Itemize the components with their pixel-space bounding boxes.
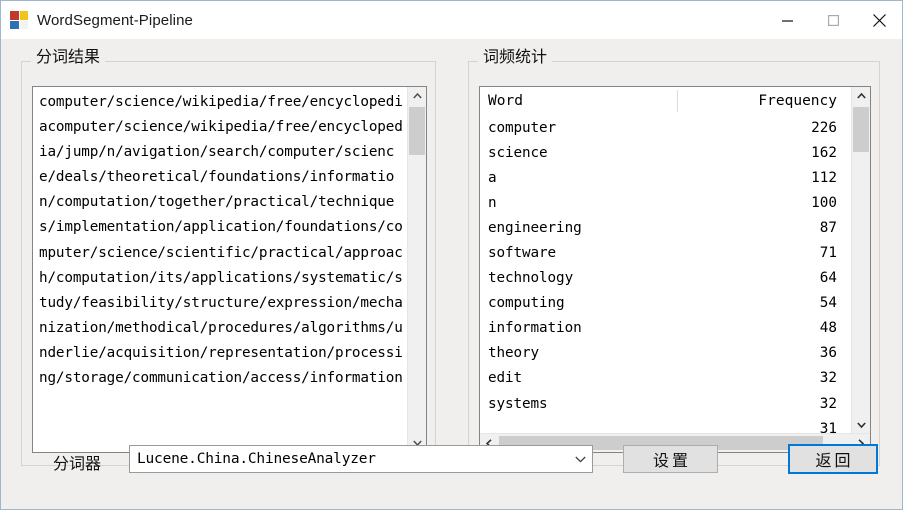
- cell-word: engineering: [488, 219, 582, 236]
- cell-word: computer: [488, 119, 557, 136]
- maximize-icon: [827, 14, 839, 26]
- segmentation-result-textbox[interactable]: computer/science/wikipedia/free/encyclop…: [32, 86, 427, 453]
- segmentation-result-title: 分词结果: [31, 49, 106, 67]
- cell-word: systems: [488, 395, 548, 412]
- table-row[interactable]: engineering 87: [480, 215, 852, 240]
- table-row[interactable]: edit 32: [480, 366, 852, 391]
- close-icon: [872, 13, 886, 27]
- table-row[interactable]: n 100: [480, 190, 852, 215]
- settings-button[interactable]: 设置: [623, 445, 718, 473]
- word-frequency-listview[interactable]: Word Frequency computer 226 science 162 a 112…: [479, 86, 871, 453]
- cell-word: technology: [488, 270, 574, 287]
- table-row[interactable]: technology 64: [480, 266, 852, 291]
- cell-frequency: 100: [811, 194, 837, 211]
- chevron-down-icon[interactable]: [568, 456, 592, 463]
- table-row[interactable]: a 112: [480, 165, 852, 190]
- bottom-toolbar: 分词器 Lucene.China.ChineseAnalyzer 设置 返回: [1, 435, 902, 509]
- tokenizer-label: 分词器: [53, 456, 102, 473]
- table-row[interactable]: computing 54: [480, 291, 852, 316]
- cell-word: n: [488, 194, 497, 211]
- close-button[interactable]: [856, 1, 902, 39]
- cell-frequency: 162: [811, 144, 837, 161]
- minimize-icon: [781, 19, 793, 22]
- column-header-word[interactable]: Word: [480, 93, 677, 109]
- listview-rows: computer 226 science 162 a 112 n 100 engineering…: [480, 115, 852, 434]
- back-button[interactable]: 返回: [788, 444, 878, 474]
- table-row[interactable]: 31: [480, 416, 852, 434]
- scroll-down-button[interactable]: [852, 416, 870, 434]
- minimize-button[interactable]: [764, 1, 810, 39]
- chevron-up-icon: [856, 93, 866, 99]
- app-grid-icon: [10, 11, 28, 29]
- segmentation-vertical-scrollbar[interactable]: [407, 87, 426, 452]
- segmentation-result-group: 分词结果 computer/science/wikipedia/free/enc…: [21, 49, 436, 466]
- cell-frequency: 226: [811, 119, 837, 136]
- cell-frequency: 36: [819, 345, 837, 362]
- segmentation-result-text: computer/science/wikipedia/free/encyclop…: [39, 94, 403, 387]
- cell-frequency: 32: [819, 370, 837, 387]
- cell-word: theory: [488, 345, 540, 362]
- listview-header: Word Frequency: [480, 87, 852, 115]
- tokenizer-selected-value: Lucene.China.ChineseAnalyzer: [137, 451, 376, 467]
- cell-word: information: [488, 320, 582, 337]
- maximize-button[interactable]: [810, 1, 856, 39]
- chevron-down-icon: [856, 422, 866, 428]
- cell-frequency: 48: [819, 320, 837, 337]
- cell-word: computing: [488, 295, 565, 312]
- cell-word: a: [488, 169, 497, 186]
- word-frequency-group: 词频统计 Word Frequency computer 226 science 16…: [468, 49, 880, 466]
- window-controls: [764, 1, 902, 39]
- cell-frequency: 64: [819, 270, 837, 287]
- main-content: 分词结果 computer/science/wikipedia/free/enc…: [1, 39, 902, 509]
- cell-word: software: [488, 245, 557, 262]
- cell-frequency: 54: [819, 295, 837, 312]
- scroll-thumb[interactable]: [409, 107, 425, 155]
- chevron-up-icon: [412, 93, 422, 99]
- cell-word: science: [488, 144, 548, 161]
- cell-frequency: 87: [819, 219, 837, 236]
- scroll-up-button[interactable]: [408, 87, 426, 105]
- table-row[interactable]: systems 32: [480, 391, 852, 416]
- scroll-up-button[interactable]: [852, 87, 870, 105]
- cell-frequency: 112: [811, 169, 837, 186]
- column-header-frequency[interactable]: Frequency: [677, 93, 852, 109]
- table-row[interactable]: information 48: [480, 316, 852, 341]
- cell-frequency: 31: [819, 420, 837, 434]
- tokenizer-select[interactable]: Lucene.China.ChineseAnalyzer: [129, 445, 593, 473]
- cell-word: edit: [488, 370, 523, 387]
- cell-frequency: 32: [819, 395, 837, 412]
- app-window: WordSegment-Pipeline 分词结果 computer/scien…: [0, 0, 903, 510]
- window-title: WordSegment-Pipeline: [37, 11, 193, 29]
- table-row[interactable]: software 71: [480, 240, 852, 265]
- scroll-thumb[interactable]: [853, 107, 869, 152]
- table-row[interactable]: theory 36: [480, 341, 852, 366]
- column-separator[interactable]: [677, 90, 678, 112]
- word-frequency-title: 词频统计: [478, 49, 553, 67]
- listview-body: Word Frequency computer 226 science 162 a 112…: [480, 87, 852, 434]
- frequency-vertical-scrollbar[interactable]: [851, 87, 870, 434]
- title-bar: WordSegment-Pipeline: [1, 1, 902, 39]
- table-row[interactable]: science 162: [480, 140, 852, 165]
- cell-frequency: 71: [819, 245, 837, 262]
- table-row[interactable]: computer 226: [480, 115, 852, 140]
